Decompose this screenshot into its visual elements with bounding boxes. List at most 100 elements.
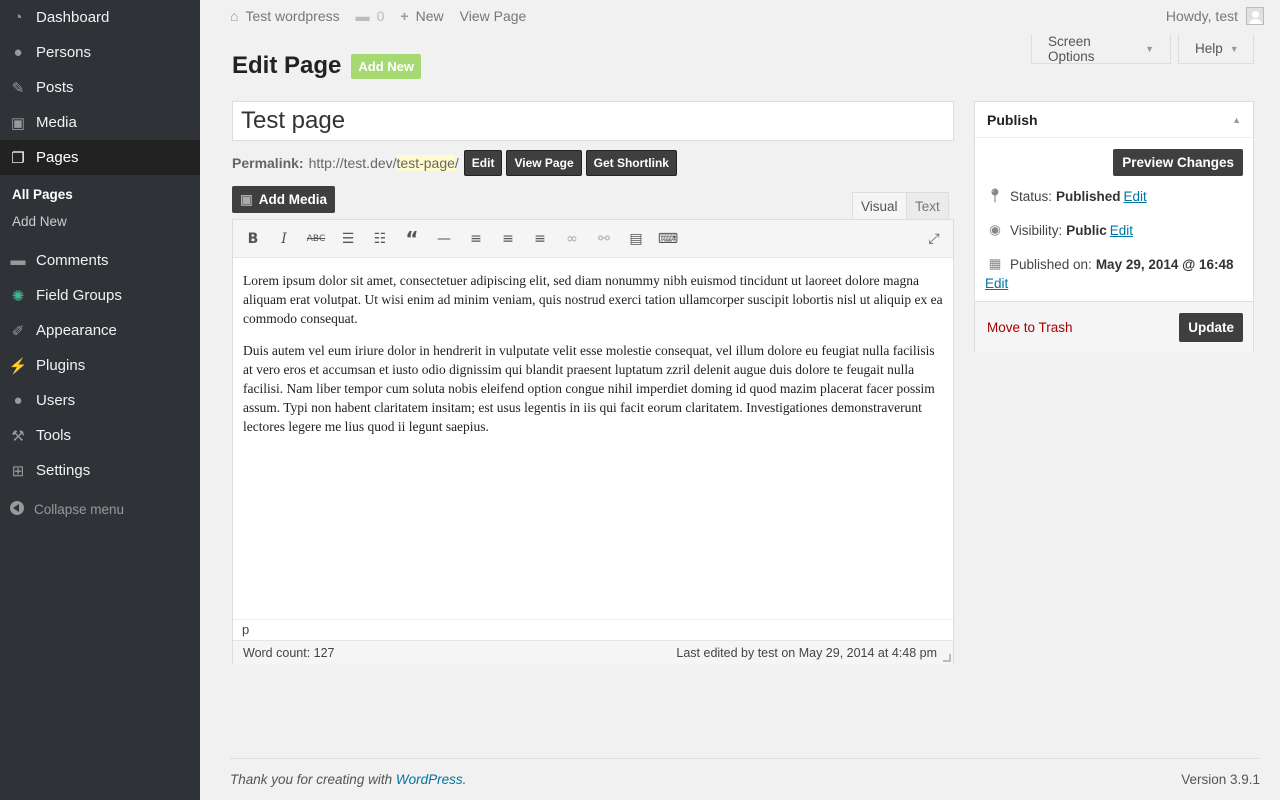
field-groups-icon: ✺ bbox=[11, 287, 25, 305]
menu-dashboard[interactable]: ◔ Dashboard bbox=[0, 0, 200, 35]
footer-thanks: Thank you for creating with WordPress. bbox=[230, 772, 467, 787]
edit-date-link[interactable]: Edit bbox=[985, 276, 1008, 291]
tab-visual[interactable]: Visual bbox=[852, 192, 907, 220]
fullscreen-icon[interactable]: ⤢ bbox=[923, 229, 945, 249]
move-to-trash-link[interactable]: Move to Trash bbox=[987, 320, 1073, 335]
menu-tools[interactable]: ⚒ Tools bbox=[0, 418, 200, 453]
wordpress-link[interactable]: WordPress bbox=[396, 772, 463, 787]
footer: Thank you for creating with WordPress. V… bbox=[230, 758, 1260, 787]
menu-comments[interactable]: ▬ Comments bbox=[0, 243, 200, 278]
permalink-trail: / bbox=[454, 154, 459, 171]
submenu-all-pages[interactable]: All Pages bbox=[0, 181, 200, 208]
menu-media[interactable]: ▣ Media bbox=[0, 105, 200, 140]
get-shortlink-button[interactable]: Get Shortlink bbox=[585, 149, 677, 176]
new-content-link[interactable]: + New bbox=[400, 8, 443, 24]
italic-icon[interactable]: I bbox=[273, 229, 295, 249]
permalink-label: Permalink: bbox=[232, 154, 304, 171]
blockquote-icon[interactable]: “ bbox=[401, 229, 423, 249]
media-icon: ▣ bbox=[10, 114, 26, 132]
publish-box: Publish ▲ Preview Changes 📍︎ Status: Publ… bbox=[974, 101, 1254, 352]
my-account[interactable]: Howdy, test bbox=[1166, 0, 1264, 32]
preview-changes-button[interactable]: Preview Changes bbox=[1113, 149, 1243, 176]
numbered-list-icon[interactable]: ☷ bbox=[369, 229, 391, 249]
menu-settings[interactable]: ⊞ Settings bbox=[0, 453, 200, 488]
wrench-icon: ⚒ bbox=[11, 427, 25, 445]
content-editor: B I ABC ☰ ☷ “ — ≡ ≡ ≡ ∞ ⚯ ▤ ⌨ ⤢ Lorem ip… bbox=[232, 219, 954, 664]
post-title-input[interactable] bbox=[232, 101, 954, 141]
settings-icon: ⊞ bbox=[11, 462, 25, 480]
collapse-toggle-icon[interactable]: ▲ bbox=[1232, 115, 1241, 125]
submenu-add-new[interactable]: Add New bbox=[0, 208, 200, 235]
tab-text[interactable]: Text bbox=[906, 192, 949, 220]
publish-header[interactable]: Publish ▲ bbox=[975, 102, 1253, 138]
add-media-button[interactable]: ▣ Add Media bbox=[232, 186, 336, 213]
site-name-link[interactable]: ⌂ Test wordpress bbox=[230, 8, 340, 24]
resize-handle[interactable] bbox=[943, 654, 951, 662]
plug-icon: ⚡ bbox=[8, 357, 28, 375]
unlink-icon[interactable]: ⚯ bbox=[593, 229, 615, 249]
align-left-icon[interactable]: ≡ bbox=[465, 229, 487, 249]
help-button[interactable]: Help ▼ bbox=[1178, 34, 1254, 64]
plus-icon: + bbox=[400, 8, 409, 24]
toolbar-toggle-icon[interactable]: ⌨ bbox=[657, 229, 679, 249]
menu-field-groups[interactable]: ✺ Field Groups bbox=[0, 278, 200, 313]
link-icon[interactable]: ∞ bbox=[561, 229, 583, 249]
collapse-menu[interactable]: Collapse menu bbox=[0, 492, 200, 526]
eye-icon: ◉ bbox=[989, 222, 1001, 237]
content-paragraph: Lorem ipsum dolor sit amet, consectetuer… bbox=[243, 273, 943, 326]
edit-status-link[interactable]: Edit bbox=[1124, 189, 1147, 204]
permalink-row: Permalink: http://test.dev/test-page / Ed… bbox=[232, 149, 677, 176]
calendar-icon: ▦ bbox=[988, 256, 1002, 271]
visibility-row: ◉ Visibility: Public Edit bbox=[985, 222, 1133, 238]
home-icon: ⌂ bbox=[230, 8, 239, 24]
screen-options-button[interactable]: Screen Options ▼ bbox=[1031, 34, 1171, 64]
user-icon: ● bbox=[13, 392, 23, 409]
brush-icon: ✐ bbox=[11, 322, 25, 340]
permalink-base: http://test.dev/ bbox=[308, 154, 397, 171]
horizontal-line-icon[interactable]: — bbox=[433, 229, 455, 249]
comment-bubble-icon: ▬ bbox=[355, 8, 370, 24]
admin-bar: ⌂ Test wordpress ▬ 0 + New View Page Howdy,… bbox=[200, 0, 1280, 32]
menu-plugins[interactable]: ⚡ Plugins bbox=[0, 348, 200, 383]
view-page-link[interactable]: View Page bbox=[460, 8, 527, 24]
align-center-icon[interactable]: ≡ bbox=[497, 229, 519, 249]
pages-submenu: All Pages Add New bbox=[0, 175, 200, 243]
pages-icon: ❐ bbox=[11, 149, 25, 167]
editor-toolbar: B I ABC ☰ ☷ “ — ≡ ≡ ≡ ∞ ⚯ ▤ ⌨ ⤢ bbox=[233, 220, 953, 258]
menu-persons[interactable]: ● Persons bbox=[0, 35, 200, 70]
add-new-button[interactable]: Add New bbox=[351, 53, 421, 79]
pin-icon: 📍︎ bbox=[986, 188, 1004, 203]
collapse-arrow-icon bbox=[0, 500, 34, 518]
menu-users[interactable]: ● Users bbox=[0, 383, 200, 418]
word-count: Word count: 127 bbox=[243, 645, 335, 660]
status-row: 📍︎ Status: Published Edit bbox=[986, 188, 1147, 204]
editor-status-bar: Word count: 127 Last edited by test on M… bbox=[233, 640, 953, 664]
avatar bbox=[1246, 7, 1264, 25]
comment-icon: ▬ bbox=[10, 252, 26, 269]
last-edited: Last edited by test on May 29, 2014 at 4… bbox=[676, 645, 937, 660]
element-path[interactable]: p bbox=[233, 619, 953, 640]
edit-slug-button[interactable]: Edit bbox=[463, 149, 503, 176]
strikethrough-icon[interactable]: ABC bbox=[305, 229, 327, 249]
admin-sidebar: ◔ Dashboard ● Persons ✎ Posts ▣ Media ❐ Pages… bbox=[0, 0, 200, 800]
menu-appearance[interactable]: ✐ Appearance bbox=[0, 313, 200, 348]
bold-icon[interactable]: B bbox=[242, 229, 264, 249]
align-right-icon[interactable]: ≡ bbox=[529, 229, 551, 249]
view-page-button[interactable]: View Page bbox=[506, 149, 582, 176]
persons-icon: ● bbox=[13, 44, 23, 61]
comments-link[interactable]: ▬ 0 bbox=[356, 8, 385, 24]
read-more-icon[interactable]: ▤ bbox=[625, 229, 647, 249]
editor-content[interactable]: Lorem ipsum dolor sit amet, consectetuer… bbox=[233, 258, 953, 619]
published-on-row: ▦ Published on: May 29, 2014 @ 16:48 bbox=[985, 256, 1237, 272]
page-title: Edit Page bbox=[232, 52, 342, 79]
menu-posts[interactable]: ✎ Posts bbox=[0, 70, 200, 105]
media-icon: ▣ bbox=[240, 191, 253, 207]
dashboard-icon: ◔ bbox=[13, 9, 23, 26]
update-button[interactable]: Update bbox=[1179, 312, 1243, 342]
permalink-slug[interactable]: test-page bbox=[396, 154, 455, 171]
content-paragraph: Duis autem vel eum iriure dolor in hendr… bbox=[243, 343, 935, 434]
menu-pages[interactable]: ❐ Pages bbox=[0, 140, 200, 175]
bulleted-list-icon[interactable]: ☰ bbox=[337, 229, 359, 249]
publish-body: Preview Changes 📍︎ Status: Published Edit … bbox=[975, 138, 1253, 302]
edit-visibility-link[interactable]: Edit bbox=[1110, 223, 1133, 238]
